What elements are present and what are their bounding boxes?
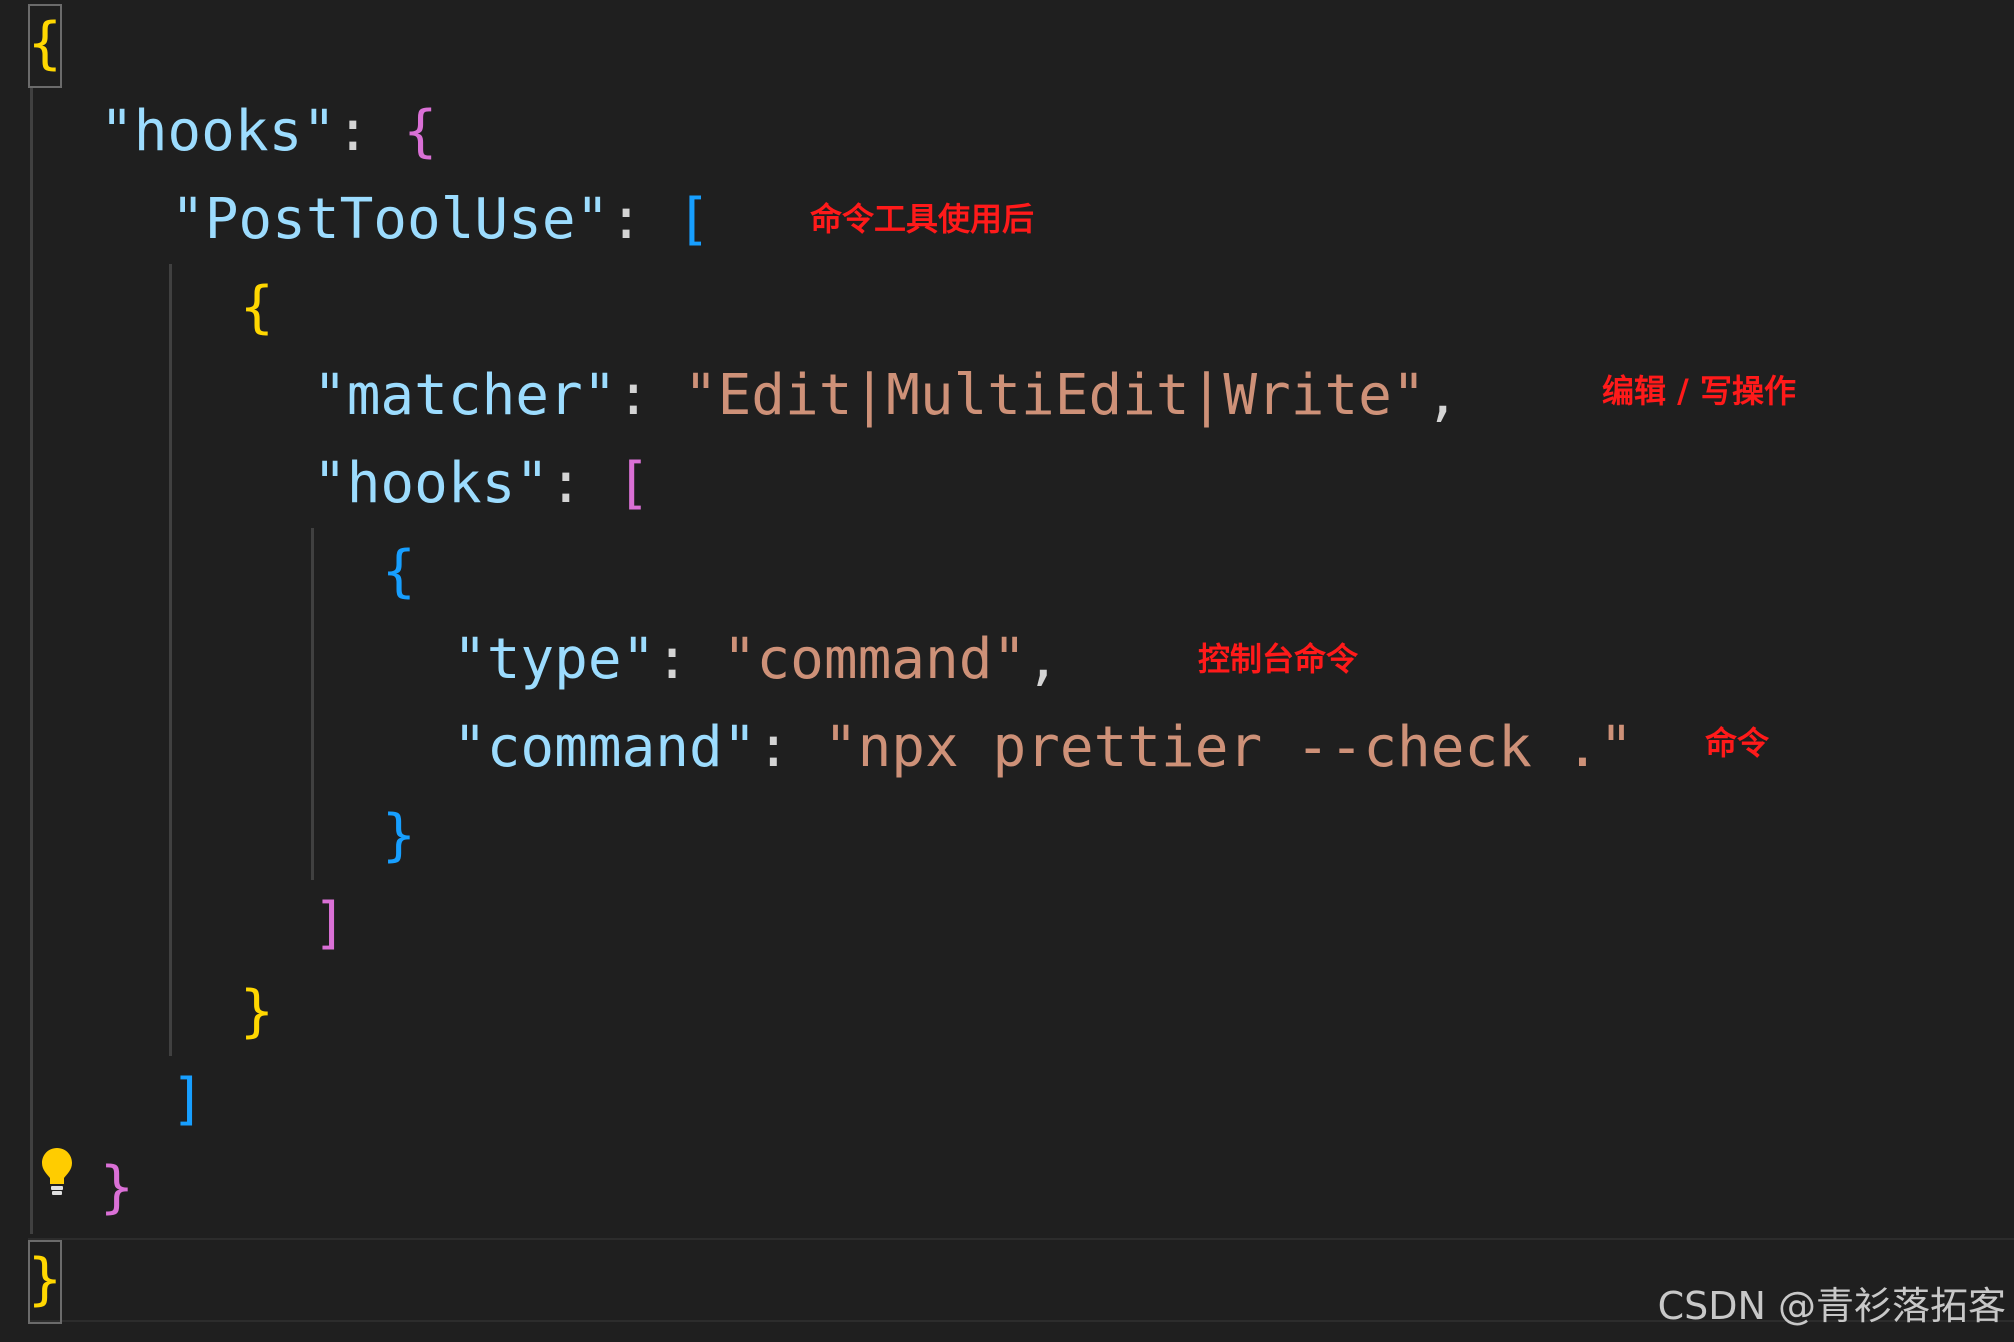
hooks-brace-open: { [403, 99, 438, 164]
type-value: "command" [722, 627, 1027, 692]
watermark: CSDN @青衫落拓客 [1657, 1284, 2006, 1328]
root-brace-close: } [28, 1247, 62, 1312]
hook-object-brace-close: } [382, 803, 416, 868]
indent-guide-level1 [30, 88, 33, 1234]
code-line-2[interactable]: "hooks": { [100, 88, 437, 176]
colon: : [616, 363, 684, 428]
colon: : [655, 627, 723, 692]
type-key: "type" [453, 627, 656, 692]
inner-hooks-bracket-open: [ [616, 451, 651, 516]
colon: : [549, 451, 617, 516]
indent-guide-level5 [311, 528, 314, 880]
annotation-command: 命令 [1705, 724, 1770, 762]
comma: , [1425, 363, 1460, 428]
code-line-11[interactable]: ] [313, 880, 347, 968]
post-tool-use-bracket-open: [ [676, 187, 711, 252]
indent-guide-level3 [169, 264, 172, 1056]
matcher-key: "matcher" [313, 363, 617, 428]
matcher-value: "Edit|MultiEdit|Write" [683, 363, 1426, 428]
code-line-1[interactable]: { [28, 0, 62, 88]
code-line-13[interactable]: ] [171, 1056, 205, 1144]
annotation-type: 控制台命令 [1198, 640, 1359, 678]
annotation-matcher: 编辑 / 写操作 [1602, 372, 1796, 410]
code-line-8[interactable]: "type": "command", [453, 616, 1060, 704]
hooks-brace-close: } [100, 1155, 134, 1220]
code-line-7[interactable]: { [382, 528, 416, 616]
inner-hooks-key: "hooks" [313, 451, 550, 516]
entry-brace-open: { [240, 275, 274, 340]
code-line-6[interactable]: "hooks": [ [313, 440, 650, 528]
colon: : [609, 187, 677, 252]
comma: , [1026, 627, 1060, 692]
entry-brace-close: } [240, 979, 274, 1044]
code-line-4[interactable]: { [240, 264, 274, 352]
hook-object-brace-open: { [382, 539, 416, 604]
post-tool-use-bracket-close: ] [171, 1067, 205, 1132]
code-line-9[interactable]: "command": "npx prettier --check ." [453, 704, 1633, 792]
lightbulb-icon[interactable] [40, 1146, 74, 1198]
command-key: "command" [453, 715, 757, 780]
code-line-15[interactable]: } [28, 1236, 62, 1324]
code-line-3[interactable]: "PostToolUse": [ [171, 176, 710, 264]
code-line-5[interactable]: "matcher": "Edit|MultiEdit|Write", [313, 352, 1459, 440]
command-value: "npx prettier --check ." [823, 715, 1634, 780]
colon: : [756, 715, 824, 780]
code-line-14[interactable]: } [100, 1144, 134, 1232]
code-line-10[interactable]: } [382, 792, 416, 880]
post-tool-use-key: "PostToolUse" [171, 187, 610, 252]
code-editor[interactable]: { "hooks": { "PostToolUse": [ { "matcher… [0, 0, 2014, 1342]
annotation-post-tool-use: 命令工具使用后 [810, 200, 1035, 238]
hooks-key: "hooks" [100, 99, 337, 164]
root-brace-open: { [28, 11, 62, 76]
code-line-12[interactable]: } [240, 968, 274, 1056]
colon: : [336, 99, 404, 164]
inner-hooks-bracket-close: ] [313, 891, 347, 956]
